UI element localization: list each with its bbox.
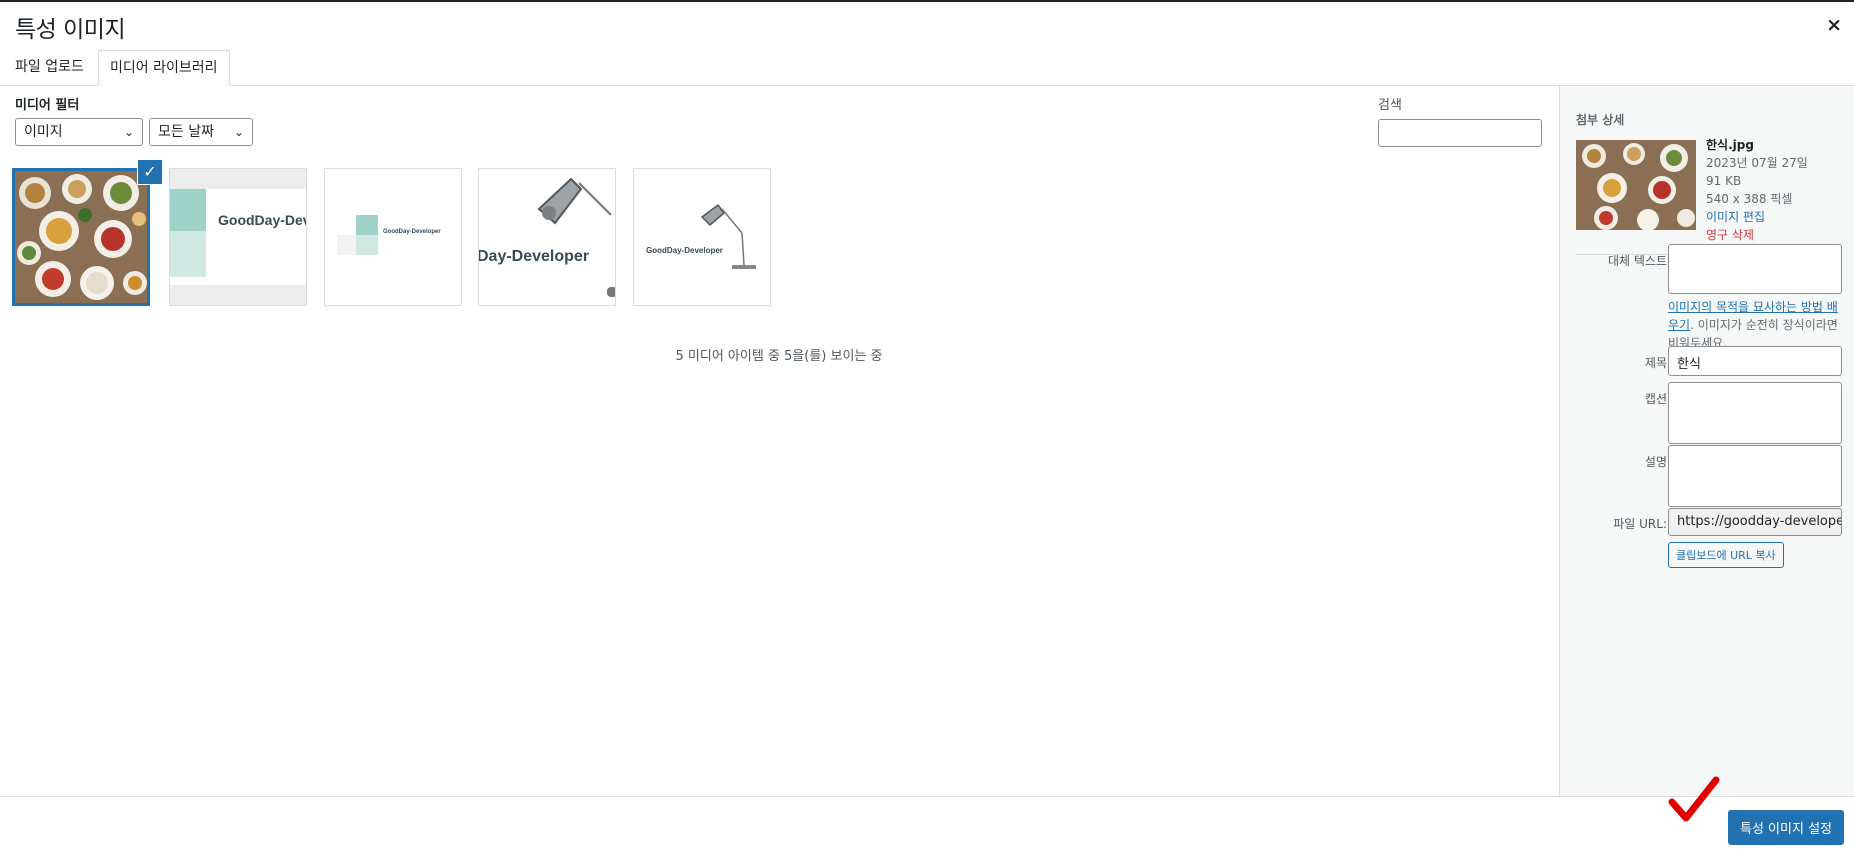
attachment-details-sidebar: 첨부 상세 한식.jpg 2023년 07월 27일 91 KB 540 x 3… [1559, 86, 1854, 796]
delete-permanently-link[interactable]: 영구 삭제 [1706, 226, 1808, 244]
date-select[interactable]: 모든 날짜 ⌄ [149, 118, 253, 146]
banner-image: GoodDay-Dev [170, 169, 306, 305]
caption-field[interactable] [1668, 382, 1842, 444]
tab-media-library[interactable]: 미디어 라이브러리 [98, 50, 230, 86]
top-border [0, 0, 1854, 2]
attachment-info: 한식.jpg 2023년 07월 27일 91 KB 540 x 388 픽셀 … [1706, 136, 1808, 244]
alt-text-field[interactable] [1668, 244, 1842, 294]
attachment-filename: 한식.jpg [1706, 138, 1754, 152]
attachment-details-heading: 첨부 상세 [1576, 113, 1625, 127]
title-field[interactable]: 한식 [1668, 346, 1842, 376]
media-type-select[interactable]: 이미지 ⌄ [15, 118, 143, 146]
caption-label: 캡션 [1644, 392, 1667, 406]
media-item-logo-small[interactable]: GoodDay-Developer [324, 168, 462, 306]
file-url-label: 파일 URL: [1613, 517, 1667, 531]
description-field[interactable] [1668, 445, 1842, 507]
logo-small-image: GoodDay-Developer [325, 169, 461, 305]
attachment-date: 2023년 07월 27일 [1706, 156, 1808, 170]
lamp-small-text: GoodDay-Developer [646, 246, 723, 255]
set-featured-image-button[interactable]: 특성 이미지 설정 [1728, 810, 1844, 845]
chevron-down-icon: ⌄ [123, 125, 134, 139]
copy-url-button[interactable]: 클립보드에 URL 복사 [1668, 542, 1784, 568]
media-item-banner[interactable]: GoodDay-Dev [169, 168, 307, 306]
food-image [15, 171, 147, 303]
attachment-size: 91 KB [1706, 174, 1742, 188]
logo-small-text: GoodDay-Developer [383, 229, 441, 235]
edit-image-link[interactable]: 이미지 편집 [1706, 208, 1808, 226]
media-filter-label: 미디어 필터 [15, 98, 80, 113]
search-input[interactable] [1378, 119, 1542, 147]
lamp-small-image: GoodDay-Developer [634, 169, 770, 305]
search-label: 검색 [1378, 98, 1402, 113]
media-item-food[interactable] [12, 168, 150, 306]
lamp-large-image: Day-Developer [479, 169, 615, 305]
modal-footer: 특성 이미지 설정 [0, 796, 1854, 855]
lamp-large-text: Day-Developer [479, 248, 589, 265]
alt-text-label: 대체 텍스트 [1607, 254, 1667, 268]
file-url-field[interactable]: https://goodday-developer [1668, 508, 1842, 536]
description-label: 설명 [1644, 455, 1667, 469]
media-item-lamp-large[interactable]: Day-Developer [478, 168, 616, 306]
attachment-dimensions: 540 x 388 픽셀 [1706, 192, 1793, 206]
banner-text: GoodDay-Dev [218, 212, 306, 228]
title-label: 제목 [1644, 356, 1667, 370]
date-value: 모든 날짜 [158, 124, 214, 140]
selected-check-icon[interactable]: ✓ [137, 159, 163, 185]
tab-upload-files[interactable]: 파일 업로드 [4, 50, 95, 85]
alt-text-help: 이미지의 목적을 묘사하는 방법 배우기. 이미지가 순전히 장식이라면 비워두… [1668, 298, 1846, 352]
media-item-lamp-small[interactable]: GoodDay-Developer [633, 168, 771, 306]
chevron-down-icon: ⌄ [233, 125, 244, 139]
media-count-text: 5 미디어 아이템 중 5을(를) 보이는 중 [675, 349, 883, 364]
modal-title: 특성 이미지 [15, 17, 126, 43]
media-type-value: 이미지 [24, 124, 63, 140]
attachment-thumbnail [1576, 140, 1696, 230]
red-checkmark-icon [1668, 776, 1720, 822]
close-icon[interactable]: × [1826, 14, 1842, 36]
tab-bar: 파일 업로드 미디어 라이브러리 [0, 50, 1854, 86]
